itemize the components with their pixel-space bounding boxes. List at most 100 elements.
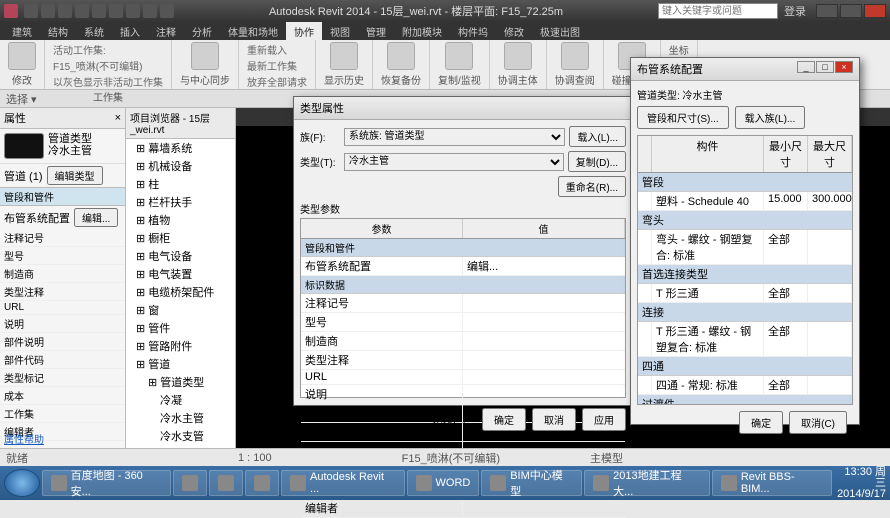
edit-type-button[interactable]: 编辑类型 [47,166,103,185]
tree-node[interactable]: ⊞ 管道 [126,355,235,373]
param-row[interactable]: 布管系统配置编辑... [301,257,625,276]
ok-button[interactable]: 确定 [482,408,526,431]
routing-row[interactable]: 四通 - 常规: 标准全部 [638,376,852,395]
param-row[interactable]: 说明 [301,385,625,404]
load-button[interactable]: 载入(L)... [569,126,626,147]
ribbon-big-button[interactable] [504,42,532,70]
cancel-button[interactable]: 取消 [532,408,576,431]
dialog-close-icon[interactable]: × [835,61,853,73]
ribbon-tab[interactable]: 管理 [358,22,394,40]
dialog-min-icon[interactable]: _ [797,61,815,73]
tree-node[interactable]: ⊞ 植物 [126,211,235,229]
ribbon-tab[interactable]: 分析 [184,22,220,40]
minimize-button[interactable] [816,4,838,18]
ribbon-tab[interactable]: 结构 [40,22,76,40]
duplicate-button[interactable]: 复制(D)... [568,151,626,172]
properties-help-link[interactable]: 属性帮助 [4,431,44,446]
tree-node[interactable]: ⊞ 电缆桥架配件 [126,283,235,301]
taskbar-task[interactable] [209,470,243,496]
instance-filter[interactable]: 管道 (1) [4,168,43,184]
property-row[interactable]: 说明 [0,315,125,333]
routing-row[interactable]: 塑料 - Schedule 4015.000300.000 [638,192,852,211]
property-row[interactable]: 工作集 [0,405,125,423]
routing-ok-button[interactable]: 确定 [739,411,783,434]
tree-node[interactable]: ⊞ 窗 [126,301,235,319]
taskbar-task[interactable]: Revit BBS-BIM... [712,470,832,496]
ribbon-tab[interactable]: 体量和场地 [220,22,286,40]
ribbon-big-button[interactable] [561,42,589,70]
segments-sizes-button[interactable]: 管段和尺寸(S)... [637,106,729,129]
apply-button[interactable]: 应用 [582,408,626,431]
property-row[interactable]: 类型标记 [0,369,125,387]
quick-access-toolbar[interactable] [24,4,174,18]
taskbar-task[interactable]: 百度地图 - 360安... [42,470,171,496]
type-selector[interactable]: 管道类型冷水主管 [0,129,125,164]
param-row[interactable]: 编辑者 [301,499,625,518]
taskbar-task[interactable] [245,470,279,496]
tree-node[interactable]: ⊞ 机械设备 [126,157,235,175]
ribbon-tab[interactable]: 修改 [496,22,532,40]
edit-button[interactable]: 编辑... [74,208,118,227]
tree-node[interactable]: ⊞ 管件 [126,319,235,337]
ribbon-tab[interactable]: 协作 [286,22,322,40]
routing-row[interactable]: T 形三通 - 螺纹 - 钢塑复合: 标准全部 [638,322,852,357]
taskbar-task[interactable]: BIM中心模型 [481,470,582,496]
ribbon-tab[interactable]: 插入 [112,22,148,40]
tree-node[interactable]: ⊞ 管路附件 [126,337,235,355]
tree-node[interactable]: 冷凝 [126,391,235,409]
taskbar-task[interactable]: Autodesk Revit ... [281,470,404,496]
routing-cancel-button[interactable]: 取消(C) [789,411,847,434]
select-dropdown[interactable]: 选择 ▾ [6,91,37,107]
load-family-button[interactable]: 载入族(L)... [735,106,806,129]
preview-toggle[interactable]: << 预览(P) [408,408,476,431]
ribbon-tab[interactable]: 视图 [322,22,358,40]
type-select[interactable]: 冷水主管 [344,153,564,171]
ribbon-tab[interactable]: 构件坞 [450,22,496,40]
tree-node[interactable]: ⊞ 栏杆扶手 [126,193,235,211]
property-row[interactable]: URL [0,301,125,315]
system-tray[interactable]: 13:30 周三 2014/9/17 [834,467,886,500]
family-select[interactable]: 系统族: 管道类型 [344,128,565,146]
taskbar-task[interactable]: WORD [407,470,480,496]
taskbar-task[interactable] [173,470,207,496]
ribbon-big-button[interactable] [330,42,358,70]
tree-node[interactable]: ⊞ 幕墙系统 [126,139,235,157]
property-row[interactable]: 注释记号 [0,229,125,247]
routing-row[interactable]: 弯头 - 螺纹 - 钢塑复合: 标准全部 [638,230,852,265]
tree-node[interactable]: ⊞ 管道类型 [126,373,235,391]
param-row[interactable]: 型号 [301,313,625,332]
rename-button[interactable]: 重命名(R)... [558,176,626,197]
property-row[interactable]: 型号 [0,247,125,265]
tree-node[interactable]: ⊞ 电气设备 [126,247,235,265]
param-row[interactable]: 制造商 [301,332,625,351]
ribbon-big-button[interactable] [8,42,36,70]
properties-close-icon[interactable]: × [115,112,121,124]
dialog-max-icon[interactable]: □ [816,61,834,73]
ribbon-big-button[interactable] [191,42,219,70]
ribbon-tab[interactable]: 注释 [148,22,184,40]
ribbon-tab[interactable]: 建筑 [4,22,40,40]
start-button[interactable] [4,469,40,497]
property-row[interactable]: 制造商 [0,265,125,283]
tree-node[interactable]: ⊞ 柱 [126,175,235,193]
property-row[interactable]: 部件代码 [0,351,125,369]
param-row[interactable]: 注释记号 [301,294,625,313]
param-row[interactable]: URL [301,370,625,385]
property-row[interactable]: 成本 [0,387,125,405]
tree-node[interactable]: 冷水支管 [126,427,235,445]
param-row[interactable]: 类型注释 [301,351,625,370]
ribbon-tab[interactable]: 极速出图 [532,22,588,40]
routing-row[interactable]: T 形三通全部 [638,284,852,303]
property-row[interactable]: 类型注释 [0,283,125,301]
help-search-input[interactable] [658,3,778,19]
taskbar-task[interactable]: 2013地建工程大... [584,470,710,496]
workset-status[interactable]: F15_喷淋(不可编辑) [402,450,500,466]
property-row[interactable]: 部件说明 [0,333,125,351]
tree-node[interactable]: 冷水主管 [126,409,235,427]
ribbon-tab[interactable]: 系统 [76,22,112,40]
tree-node[interactable]: ⊞ 橱柜 [126,229,235,247]
tree-node[interactable]: ⊞ 电气装置 [126,265,235,283]
login-link[interactable]: 登录 [784,3,806,19]
zoom-level[interactable]: 1 : 100 [238,452,272,464]
model-mode[interactable]: 主模型 [590,450,623,466]
